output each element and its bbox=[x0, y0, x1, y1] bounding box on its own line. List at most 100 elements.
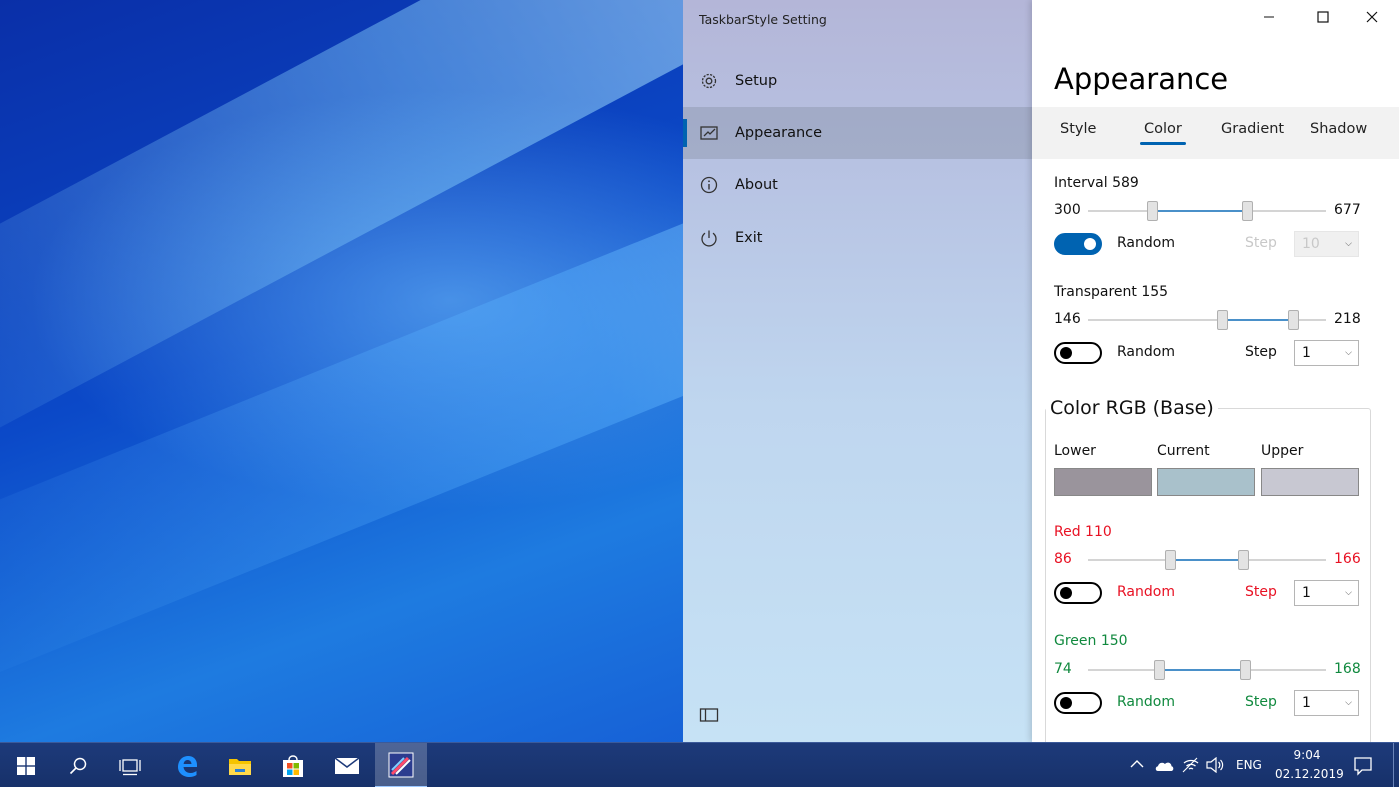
tab-shadow[interactable]: Shadow bbox=[1310, 121, 1367, 137]
current-color-swatch bbox=[1157, 468, 1255, 496]
nav-item-exit[interactable]: Exit bbox=[683, 212, 1032, 264]
lower-color-swatch bbox=[1054, 468, 1152, 496]
search-button[interactable] bbox=[52, 743, 104, 787]
nav-label: Setup bbox=[735, 73, 778, 89]
power-icon bbox=[701, 230, 717, 247]
taskbar: ENG 9:04 02.12.2019 bbox=[0, 742, 1399, 787]
red-random-label: Random bbox=[1117, 584, 1175, 600]
clock-date[interactable]: 02.12.2019 bbox=[1275, 767, 1344, 781]
green-step-value: 1 bbox=[1302, 695, 1311, 711]
chevron-down-icon: ⌵ bbox=[1345, 698, 1352, 708]
mail-icon bbox=[334, 756, 360, 774]
interval-upper-thumb[interactable] bbox=[1242, 201, 1254, 221]
maximize-icon bbox=[1317, 11, 1329, 23]
green-min-label: 74 bbox=[1054, 661, 1072, 677]
interval-step-select: 10 ⌵ bbox=[1294, 231, 1359, 257]
start-button[interactable] bbox=[0, 743, 52, 787]
red-max-label: 166 bbox=[1334, 551, 1361, 567]
nav-label: Exit bbox=[735, 230, 763, 246]
green-label: Green 150 bbox=[1054, 633, 1128, 649]
transparent-lower-thumb[interactable] bbox=[1217, 310, 1229, 330]
chevron-down-icon: ⌵ bbox=[1345, 348, 1352, 358]
file-explorer-button[interactable] bbox=[214, 743, 266, 787]
red-step-value: 1 bbox=[1302, 585, 1311, 601]
tab-color[interactable]: Color bbox=[1140, 121, 1186, 145]
red-upper-thumb[interactable] bbox=[1237, 550, 1249, 570]
green-random-label: Random bbox=[1117, 694, 1175, 710]
green-step-select[interactable]: 1 ⌵ bbox=[1294, 690, 1359, 716]
red-lower-thumb[interactable] bbox=[1165, 550, 1177, 570]
transparent-step-select[interactable]: 1 ⌵ bbox=[1294, 340, 1359, 366]
color-rgb-group-title: Color RGB (Base) bbox=[1046, 397, 1218, 419]
interval-step-label: Step bbox=[1245, 235, 1277, 251]
upper-color-swatch bbox=[1261, 468, 1359, 496]
interval-random-toggle[interactable] bbox=[1054, 233, 1102, 255]
network-icon[interactable] bbox=[1182, 757, 1200, 773]
tab-gradient[interactable]: Gradient bbox=[1221, 121, 1284, 137]
task-view-button[interactable] bbox=[104, 743, 156, 787]
edge-icon bbox=[178, 755, 197, 777]
navigation-pane: TaskbarStyle Setting Setup Appearance Ab… bbox=[683, 0, 1032, 742]
nav-label: Appearance bbox=[735, 125, 823, 141]
red-min-label: 86 bbox=[1054, 551, 1072, 567]
minimize-button[interactable] bbox=[1246, 0, 1292, 34]
interval-min-label: 300 bbox=[1054, 202, 1081, 218]
interval-step-value: 10 bbox=[1302, 236, 1320, 252]
volume-icon[interactable] bbox=[1206, 757, 1224, 773]
transparent-range-slider[interactable] bbox=[1088, 310, 1326, 330]
red-range-slider[interactable] bbox=[1088, 550, 1326, 570]
transparent-step-label: Step bbox=[1245, 344, 1277, 360]
gear-icon bbox=[701, 73, 717, 89]
nav-item-appearance[interactable]: Appearance bbox=[683, 107, 1032, 159]
transparent-min-label: 146 bbox=[1054, 311, 1081, 327]
tab-style[interactable]: Style bbox=[1060, 121, 1096, 137]
green-step-label: Step bbox=[1245, 694, 1277, 710]
chevron-down-icon: ⌵ bbox=[1345, 588, 1352, 598]
store-button[interactable] bbox=[267, 743, 319, 787]
green-range-slider[interactable] bbox=[1088, 660, 1326, 680]
nav-label: About bbox=[735, 177, 778, 193]
search-icon bbox=[69, 757, 87, 774]
chevron-up-icon[interactable] bbox=[1130, 759, 1144, 769]
chevron-down-icon: ⌵ bbox=[1345, 239, 1352, 249]
interval-max-label: 677 bbox=[1334, 202, 1361, 218]
interval-range-slider[interactable] bbox=[1088, 201, 1326, 221]
task-view-icon bbox=[119, 758, 141, 775]
close-button[interactable] bbox=[1349, 0, 1395, 34]
info-icon bbox=[700, 176, 718, 194]
transparent-random-label: Random bbox=[1117, 344, 1175, 360]
green-upper-thumb[interactable] bbox=[1240, 660, 1252, 680]
file-explorer-icon bbox=[229, 758, 251, 775]
notification-icon[interactable] bbox=[1353, 756, 1373, 776]
transparent-upper-thumb[interactable] bbox=[1287, 310, 1299, 330]
transparent-max-label: 218 bbox=[1334, 311, 1361, 327]
show-desktop-button[interactable] bbox=[1393, 743, 1399, 787]
red-step-select[interactable]: 1 ⌵ bbox=[1294, 580, 1359, 606]
content-pane: Appearance Style Color Gradient Shadow I… bbox=[1032, 0, 1399, 742]
app-window: TaskbarStyle Setting Setup Appearance Ab… bbox=[683, 0, 1399, 742]
windows-start-icon bbox=[17, 756, 35, 775]
green-random-toggle[interactable] bbox=[1054, 692, 1102, 714]
nav-item-about[interactable]: About bbox=[683, 159, 1032, 211]
green-lower-thumb[interactable] bbox=[1153, 660, 1165, 680]
red-step-label: Step bbox=[1245, 584, 1277, 600]
maximize-button[interactable] bbox=[1300, 0, 1346, 34]
close-icon bbox=[1366, 11, 1378, 23]
swatch-label-lower: Lower bbox=[1054, 443, 1096, 459]
page-title: Appearance bbox=[1054, 62, 1229, 96]
red-random-toggle[interactable] bbox=[1054, 582, 1102, 604]
pane-toggle-icon[interactable] bbox=[699, 706, 719, 724]
transparent-random-toggle[interactable] bbox=[1054, 342, 1102, 364]
interval-random-label: Random bbox=[1117, 235, 1175, 251]
onedrive-icon[interactable] bbox=[1154, 758, 1174, 772]
language-indicator[interactable]: ENG bbox=[1236, 758, 1262, 772]
taskbarstyle-app-button[interactable] bbox=[375, 743, 427, 787]
clock-time[interactable]: 9:04 bbox=[1292, 748, 1322, 762]
nav-item-setup[interactable]: Setup bbox=[683, 55, 1032, 107]
interval-lower-thumb[interactable] bbox=[1147, 201, 1159, 221]
paint-icon bbox=[700, 126, 718, 140]
swatch-label-current: Current bbox=[1157, 443, 1210, 459]
edge-button[interactable] bbox=[161, 743, 213, 787]
interval-label: Interval 589 bbox=[1054, 175, 1139, 191]
mail-button[interactable] bbox=[321, 743, 373, 787]
